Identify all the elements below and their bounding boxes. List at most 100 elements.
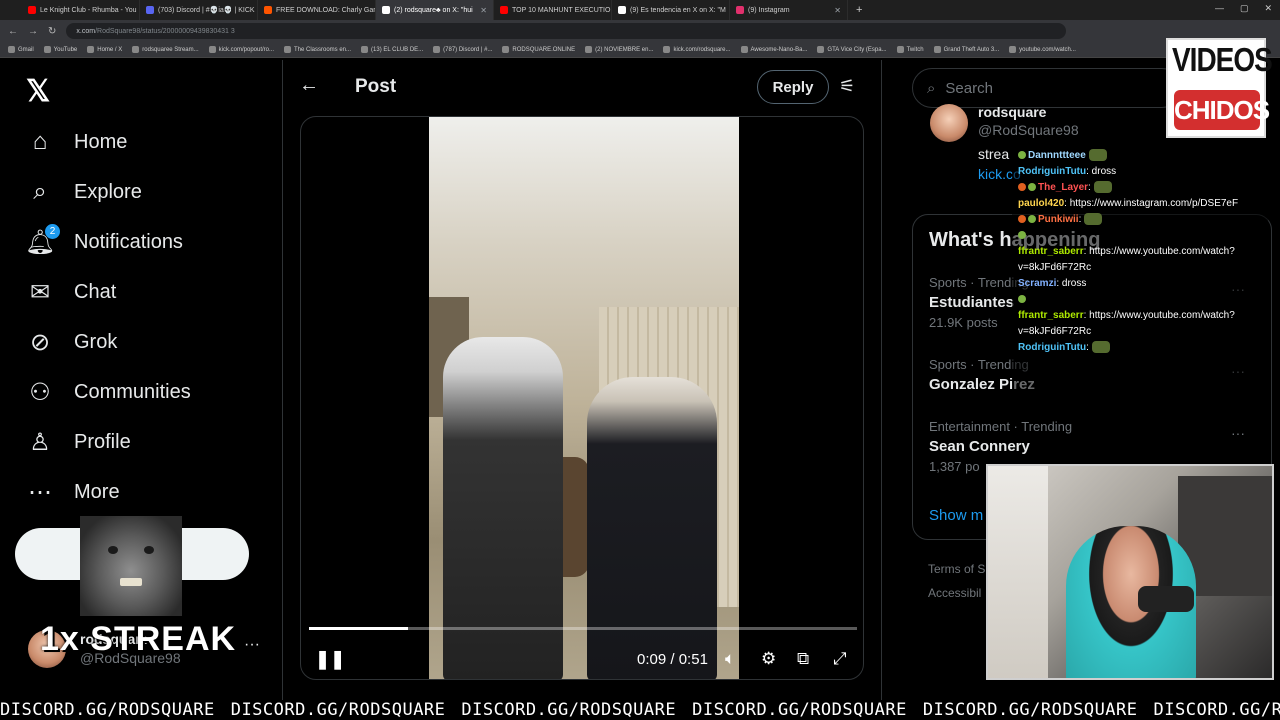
show-more-link[interactable]: Show m	[929, 507, 983, 524]
back-arrow-icon[interactable]: ←	[299, 74, 319, 97]
chat-message: RodriguinTutu: dross	[1018, 164, 1262, 180]
pip-icon[interactable]: ⧉	[797, 649, 809, 669]
sidebar-item-communities[interactable]: ⚇ Communities	[26, 378, 191, 406]
url-bar[interactable]: x.com/RodSquare98/status/200000094398304…	[66, 23, 1067, 39]
tab-label: (2) rodsquare♣ on X: "hui	[394, 6, 473, 14]
close-icon[interactable]: ✕	[1264, 3, 1272, 14]
sidebar-item-grok[interactable]: ⊘ Grok	[26, 328, 117, 356]
url-path: /RodSquare98/status/20000009439830431 3	[95, 27, 235, 35]
bookmark-label: Awesome-Nano-Ba...	[750, 46, 808, 53]
bookmark-favicon-icon	[933, 46, 941, 53]
bookmark-favicon-icon	[663, 46, 671, 53]
browser-tab[interactable]: Le Knight Club - Rhumba - You✕	[22, 0, 140, 20]
bookmark-favicon-icon	[896, 46, 904, 53]
tab-label: (703) Discord | #💀ia💀 | KICK	[158, 7, 255, 14]
bookmark-item[interactable]: Twitch	[896, 46, 924, 53]
minimize-icon[interactable]: —	[1215, 3, 1224, 14]
bookmark-favicon-icon	[208, 46, 216, 53]
forward-icon[interactable]: →	[28, 26, 38, 37]
window-controls[interactable]: — ▢ ✕	[1215, 3, 1272, 14]
settings-gear-icon[interactable]: ⚙	[761, 649, 776, 669]
bookmark-favicon-icon	[433, 46, 441, 53]
sidebar-item-label: Communities	[74, 380, 191, 403]
bookmark-label: Grand Theft Auto 3...	[943, 46, 1000, 53]
video-player[interactable]: ❚❚ 0:09 / 0:51 🔈︎ ⚙ ⧉ ⤢	[300, 116, 864, 680]
sidebar-item-profile[interactable]: ♙ Profile	[26, 428, 130, 456]
bookmark-item[interactable]: kick.com/rodsquare...	[663, 46, 731, 53]
browser-tab[interactable]: (9) Instagram ✕	[730, 0, 848, 20]
volume-icon[interactable]: 🔈︎	[725, 649, 735, 669]
bookmark-item[interactable]: GTA Vice City (Espa...	[817, 46, 887, 53]
tweet-author-handle: @RodSquare98	[978, 122, 1079, 138]
bookmark-favicon-icon	[740, 46, 748, 53]
bookmark-item[interactable]: Home / X	[87, 46, 122, 53]
back-icon[interactable]: ←	[8, 26, 18, 37]
search-input[interactable]: ⌕ Search	[912, 68, 1182, 108]
divider	[881, 60, 882, 700]
chat-message: Punkiwii:	[1018, 212, 1262, 228]
channel-logo: VIDEOS CHIDOS	[1166, 38, 1273, 138]
trend-more-icon[interactable]: ···	[1231, 425, 1245, 441]
bookmark-favicon-icon	[284, 46, 291, 53]
sidebar-item-home[interactable]: ⌂ Home	[26, 128, 128, 156]
tab-label: TOP 10 MANHUNT EXECUTIO	[512, 6, 611, 14]
bookmark-item[interactable]: YouTube	[43, 46, 77, 53]
trend-category: Entertainment · Trending	[929, 419, 1073, 434]
chat-username: ffrantr_saberr	[1018, 246, 1084, 257]
video-progress-bar[interactable]	[309, 627, 857, 630]
sidebar-item-more[interactable]: ⋯ More	[26, 478, 120, 506]
bookmark-item[interactable]: youtube.com/watch...	[1009, 46, 1076, 53]
chat-badge-icon	[1018, 295, 1026, 304]
browser-tab[interactable]: FREE DOWNLOAD: Charly Garc✕	[258, 0, 376, 20]
bookmark-item[interactable]: The Classrooms en...	[284, 46, 351, 53]
chat-text: :	[1086, 342, 1089, 353]
tab-favicon-icon	[146, 6, 154, 14]
bookmark-item[interactable]: (787) Discord | #...	[433, 46, 492, 53]
chat-text: :	[1088, 182, 1091, 193]
pause-icon[interactable]: ❚❚	[315, 649, 345, 670]
grok-icon: ⊘	[29, 328, 51, 356]
bookmark-item[interactable]: Grand Theft Auto 3...	[933, 46, 1000, 53]
footer-link-accessibility[interactable]: Accessibil	[928, 586, 981, 600]
bookmark-item[interactable]: rodsquaree Stream...	[132, 46, 199, 53]
bookmark-item[interactable]: Gmail	[8, 46, 34, 53]
bookmark-item[interactable]: kick.com/popout/ro...	[208, 46, 274, 53]
footer-link-terms[interactable]: Terms of S	[928, 562, 985, 576]
browser-tab[interactable]: (9) Es tendencia en X on X: "M✕	[612, 0, 730, 20]
more-options-icon[interactable]: ···	[244, 636, 260, 654]
mail-icon: ✉	[29, 278, 51, 306]
sidebar-item-notifications[interactable]: 🔔︎ 2 Notifications	[25, 224, 183, 256]
bookmark-label: (787) Discord | #...	[443, 46, 493, 53]
tweet-text: strea	[978, 146, 1010, 162]
sidebar-item-explore[interactable]: ⌕ Explore	[26, 178, 142, 206]
logo-text-top: VIDEOS	[1172, 40, 1273, 78]
bookmark-item[interactable]: Awesome-Nano-Ba...	[740, 46, 808, 53]
bookmark-favicon-icon	[87, 46, 95, 53]
avatar	[930, 104, 968, 142]
reload-icon[interactable]: ↻	[48, 26, 56, 37]
browser-tab[interactable]: (2) rodsquare♣ on X: "hui ✕	[376, 0, 494, 20]
chat-badge-icon	[1018, 151, 1026, 160]
fullscreen-icon[interactable]: ⤢	[833, 649, 847, 669]
bookmark-item[interactable]: (13) EL CLUB DE...	[361, 46, 423, 53]
x-logo-icon[interactable]: 𝕏	[26, 74, 50, 109]
sidebar-item-label: Explore	[74, 180, 142, 203]
sidebar-item-chat[interactable]: ✉ Chat	[26, 278, 116, 306]
rat-emote-overlay	[80, 516, 182, 616]
maximize-icon[interactable]: ▢	[1240, 3, 1249, 14]
chat-emote-icon	[1093, 181, 1112, 194]
bookmark-item[interactable]: RODSQUARE.ONLINE	[502, 46, 575, 53]
reply-button[interactable]: Reply	[757, 70, 829, 104]
chat-text: : https://www.instagram.com/p/DSE7eF	[1064, 198, 1239, 209]
bookmark-label: (13) EL CLUB DE...	[371, 46, 424, 53]
new-tab-icon[interactable]: +	[856, 4, 862, 16]
tab-close-icon[interactable]: ✕	[480, 6, 487, 15]
tab-close-icon[interactable]: ✕	[834, 6, 841, 15]
bookmark-item[interactable]: (2) NOVIEMBRE en...	[585, 46, 653, 53]
browser-tab[interactable]: TOP 10 MANHUNT EXECUTIO✕	[494, 0, 612, 20]
browser-tab[interactable]: (703) Discord | #💀ia💀 | KICK✕	[140, 0, 258, 20]
sidebar-item-label: Home	[74, 130, 128, 153]
video-frame[interactable]	[429, 117, 739, 679]
sliders-icon[interactable]: ⚟	[839, 76, 855, 97]
chat-username: Punkiwii	[1038, 214, 1079, 225]
